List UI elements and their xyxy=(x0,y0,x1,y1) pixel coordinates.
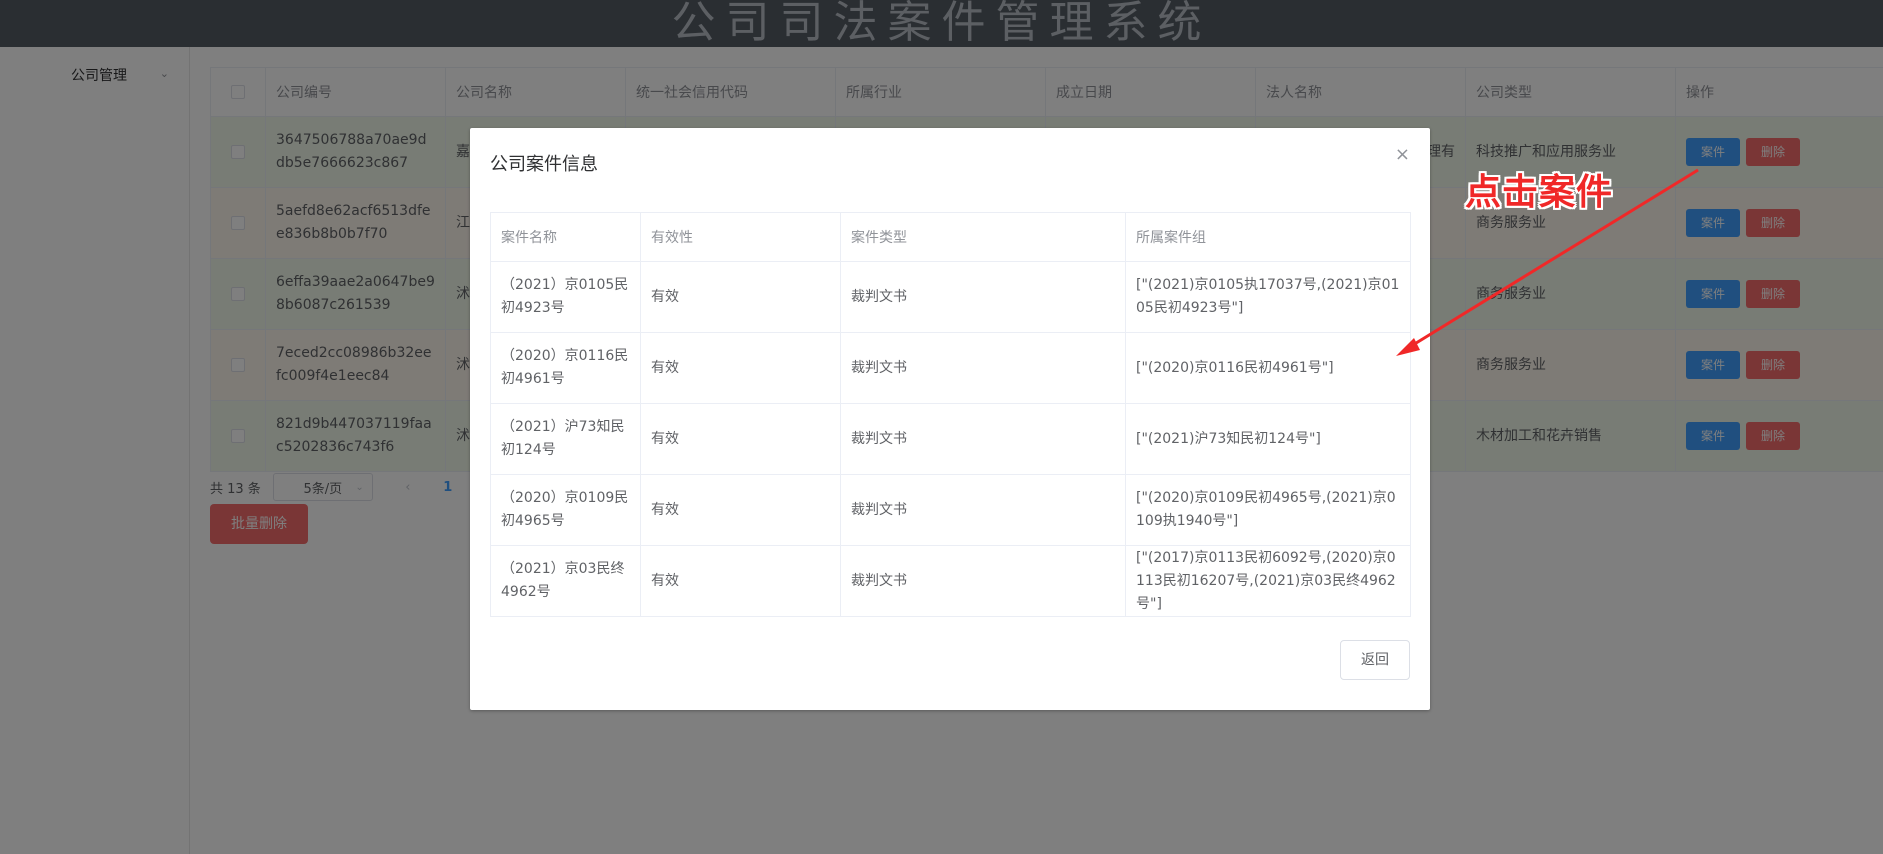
column-header: 有效性 xyxy=(640,212,841,262)
case-group: ["(2021)京0105执17037号,(2021)京0105民初4923号"… xyxy=(1125,261,1411,333)
case-validity: 有效 xyxy=(640,545,841,617)
case-type: 裁判文书 xyxy=(840,474,1126,546)
case-row: （2021）沪73知民初124号 有效 裁判文书 ["(2021)沪73知民初1… xyxy=(490,403,1411,475)
dialog-title: 公司案件信息 xyxy=(490,154,598,175)
case-type: 裁判文书 xyxy=(840,403,1126,475)
column-header: 案件名称 xyxy=(490,212,641,262)
case-group: ["(2020)京0109民初4965号,(2021)京0109执1940号"] xyxy=(1125,474,1411,546)
case-row: （2020）京0109民初4965号 有效 裁判文书 ["(2020)京0109… xyxy=(490,474,1411,546)
case-validity: 有效 xyxy=(640,332,841,404)
case-name: （2020）京0109民初4965号 xyxy=(490,474,641,546)
case-type: 裁判文书 xyxy=(840,261,1126,333)
case-group: ["(2021)沪73知民初124号"] xyxy=(1125,403,1411,475)
case-validity: 有效 xyxy=(640,474,841,546)
case-type: 裁判文书 xyxy=(840,545,1126,617)
case-validity: 有效 xyxy=(640,403,841,475)
column-header: 案件类型 xyxy=(840,212,1126,262)
case-name: （2020）京0116民初4961号 xyxy=(490,332,641,404)
column-header: 所属案件组 xyxy=(1125,212,1411,262)
close-icon[interactable]: × xyxy=(1395,144,1410,165)
annotation-label: 点击案件 xyxy=(1465,172,1614,213)
case-name: （2021）京0105民初4923号 xyxy=(490,261,641,333)
case-table: 案件名称 有效性 案件类型 所属案件组 （2021）京0105民初4923号 有… xyxy=(490,212,1411,617)
case-table-header-row: 案件名称 有效性 案件类型 所属案件组 xyxy=(490,212,1411,262)
case-group: ["(2020)京0116民初4961号"] xyxy=(1125,332,1411,404)
case-info-dialog: 公司案件信息 × 案件名称 有效性 案件类型 所属案件组 （2021）京0105… xyxy=(470,128,1430,710)
case-row: （2021）京0105民初4923号 有效 裁判文书 ["(2021)京0105… xyxy=(490,261,1411,333)
case-name: （2021）沪73知民初124号 xyxy=(490,403,641,475)
case-row: （2021）京03民终4962号 有效 裁判文书 ["(2017)京0113民初… xyxy=(490,545,1411,617)
case-row: （2020）京0116民初4961号 有效 裁判文书 ["(2020)京0116… xyxy=(490,332,1411,404)
case-group: ["(2017)京0113民初6092号,(2020)京0113民初16207号… xyxy=(1125,545,1411,617)
case-validity: 有效 xyxy=(640,261,841,333)
case-type: 裁判文书 xyxy=(840,332,1126,404)
dialog-body: 案件名称 有效性 案件类型 所属案件组 （2021）京0105民初4923号 有… xyxy=(490,212,1411,617)
case-name: （2021）京03民终4962号 xyxy=(490,545,641,617)
back-button[interactable]: 返回 xyxy=(1340,640,1410,680)
